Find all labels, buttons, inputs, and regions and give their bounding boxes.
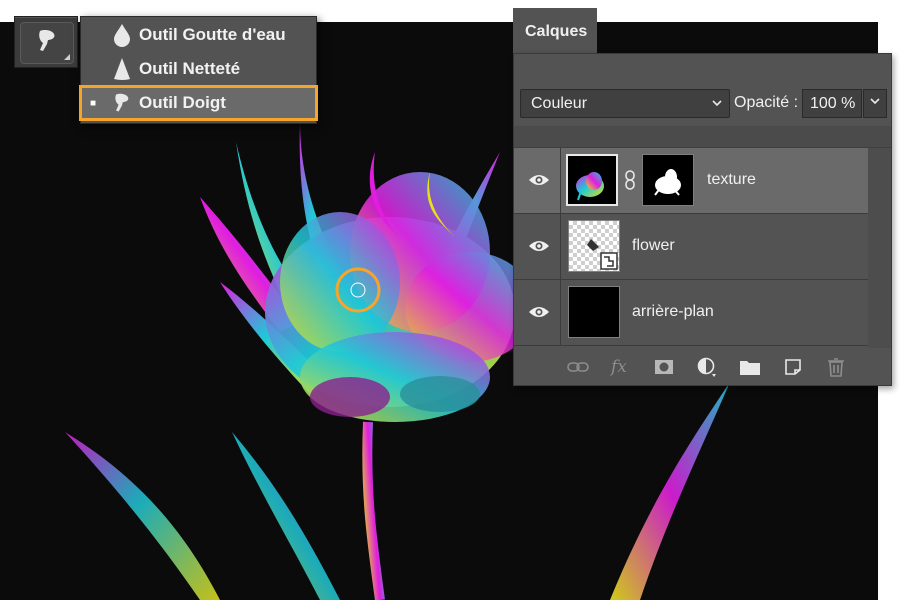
blend-mode-select[interactable]: Couleur (520, 89, 730, 118)
sharpen-cone-icon (105, 53, 139, 85)
menu-item-label: Outil Goutte d'eau (139, 25, 286, 44)
layer-name[interactable]: flower (632, 237, 675, 255)
svg-text:fx: fx (609, 357, 627, 377)
layer-name[interactable]: texture (707, 171, 756, 189)
layer-thumbnail[interactable] (568, 220, 620, 272)
layers-panel-body: Couleur Opacité : 100 % texture flower a… (513, 53, 892, 386)
chain-link-icon[interactable] (624, 170, 636, 195)
eye-icon[interactable] (528, 169, 550, 191)
flyout-indicator-icon (64, 54, 70, 60)
opacity-label: Opacité : (734, 94, 799, 111)
blur-drop-icon (105, 19, 139, 51)
smudge-tool-button[interactable] (14, 16, 78, 68)
menu-item-blur-tool[interactable]: Outil Goutte d'eau (81, 19, 316, 51)
layer-row-background[interactable]: arrière-plan (514, 280, 868, 346)
layer-thumbnail[interactable] (566, 154, 618, 206)
visibility-column-divider (560, 280, 561, 346)
selection-bullet: ■ (89, 97, 97, 109)
eye-icon[interactable] (528, 235, 550, 257)
opacity-dropdown-button[interactable] (863, 89, 887, 118)
menu-item-smudge-tool[interactable]: ■ Outil Doigt (79, 85, 318, 121)
chevron-down-icon (869, 94, 881, 113)
layers-scrollbar[interactable] (868, 148, 891, 348)
eye-icon[interactable] (528, 301, 550, 323)
fx-icon[interactable]: fx (607, 355, 635, 379)
opacity-input[interactable]: 100 % (802, 89, 862, 118)
menu-item-label: Outil Doigt (139, 93, 226, 112)
panel-toolbar-row (514, 126, 891, 148)
layers-footer-toolbar: fx (514, 348, 891, 385)
visibility-column-divider (560, 214, 561, 280)
tab-layers[interactable]: Calques (513, 8, 597, 54)
chevron-down-icon (711, 96, 723, 115)
layer-row-texture[interactable]: texture (514, 148, 868, 214)
adjustment-layer-icon[interactable] (693, 355, 721, 379)
layer-mask-thumbnail[interactable] (642, 154, 694, 206)
trash-icon[interactable] (822, 355, 850, 379)
layers-panel: Calques Couleur Opacité : 100 % texture … (513, 8, 892, 386)
new-group-icon[interactable] (736, 355, 764, 379)
smudge-finger-icon (105, 87, 139, 119)
layers-list: texture flower arrière-plan (514, 148, 868, 348)
blend-mode-value: Couleur (531, 95, 588, 112)
layer-row-flower[interactable]: flower (514, 214, 868, 280)
link-layers-icon[interactable] (564, 355, 592, 379)
tool-flyout-menu: Outil Goutte d'eau Outil Netteté ■ Outil… (79, 16, 318, 124)
layer-name[interactable]: arrière-plan (632, 303, 714, 321)
smudge-finger-icon (34, 28, 60, 59)
menu-item-sharpen-tool[interactable]: Outil Netteté (81, 53, 316, 85)
new-layer-icon[interactable] (779, 355, 807, 379)
add-mask-icon[interactable] (650, 355, 678, 379)
menu-item-label: Outil Netteté (139, 59, 241, 78)
layer-thumbnail[interactable] (568, 286, 620, 338)
visibility-column-divider (560, 148, 561, 214)
